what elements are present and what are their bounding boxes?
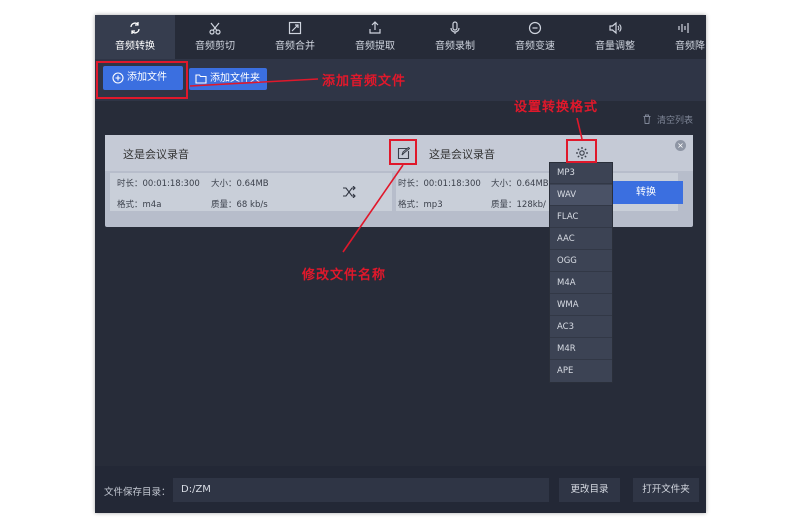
change-dir-button[interactable]: 更改目录 bbox=[559, 478, 620, 502]
merge-icon bbox=[288, 21, 302, 35]
folder-icon bbox=[195, 74, 207, 84]
highlight-format-settings bbox=[566, 139, 597, 163]
tab-audio-speed[interactable]: 音频变速 bbox=[495, 15, 575, 59]
format-option-ape[interactable]: APE bbox=[550, 361, 612, 382]
tab-label: 音频合并 bbox=[275, 41, 315, 52]
tab-label: 音量调整 bbox=[595, 41, 635, 52]
annotation-set-format: 设置转换格式 bbox=[514, 100, 599, 115]
clear-list-label: 清空列表 bbox=[656, 116, 693, 126]
open-folder-button[interactable]: 打开文件夹 bbox=[633, 478, 699, 502]
volume-icon bbox=[609, 21, 622, 35]
format-option-flac[interactable]: FLAC bbox=[550, 207, 612, 228]
target-size: 大小：0.64MB bbox=[491, 179, 549, 189]
save-dir-input[interactable]: D:/ZM bbox=[173, 478, 549, 502]
convert-icon bbox=[130, 22, 140, 34]
tab-audio-merge[interactable]: 音频合并 bbox=[255, 15, 335, 59]
format-option-ac3[interactable]: AC3 bbox=[550, 317, 612, 338]
tab-label: 音频降 bbox=[675, 41, 705, 52]
format-option-wav[interactable]: WAV bbox=[550, 185, 612, 206]
target-duration: 时长：00:01:18:300 bbox=[398, 179, 481, 189]
format-option-m4r[interactable]: M4R bbox=[550, 339, 612, 360]
tab-label: 音频提取 bbox=[355, 41, 395, 52]
tab-audio-record[interactable]: 音频录制 bbox=[415, 15, 495, 59]
top-nav: 音频转换 音频剪切 音频合并 音频提取 音频录制 音频变速 音量调整 音频降 bbox=[95, 15, 706, 59]
target-file-name[interactable]: 这是会议录音 bbox=[429, 146, 495, 162]
trash-icon bbox=[643, 114, 651, 124]
format-dropdown[interactable]: MP3 WAV FLAC AAC OGG M4A WMA AC3 M4R APE bbox=[549, 162, 613, 383]
format-option-ogg[interactable]: OGG bbox=[550, 251, 612, 272]
convert-button[interactable]: 转换 bbox=[609, 181, 683, 204]
save-dir-label: 文件保存目录： bbox=[104, 487, 171, 498]
annotation-rename: 修改文件名称 bbox=[302, 268, 387, 283]
footer-bar: 文件保存目录： D:/ZM 更改目录 打开文件夹 bbox=[95, 466, 706, 513]
clear-list-button[interactable]: 清空列表 bbox=[642, 113, 693, 126]
tab-volume-adjust[interactable]: 音量调整 bbox=[575, 15, 655, 59]
format-option-mp3[interactable]: MP3 bbox=[550, 163, 612, 184]
speed-icon bbox=[528, 21, 542, 35]
tab-label: 音频录制 bbox=[435, 41, 475, 52]
annotation-add-audio: 添加音频文件 bbox=[322, 74, 407, 89]
source-file-name: 这是会议录音 bbox=[123, 148, 189, 161]
tab-audio-denoise[interactable]: 音频降 bbox=[655, 15, 706, 59]
format-option-aac[interactable]: AAC bbox=[550, 229, 612, 250]
source-size: 大小：0.64MB bbox=[211, 179, 269, 189]
target-format: 格式：mp3 bbox=[398, 200, 443, 210]
add-folder-label: 添加文件夹 bbox=[210, 73, 260, 84]
source-format: 格式：m4a bbox=[117, 200, 162, 210]
denoise-icon bbox=[678, 23, 689, 33]
source-duration: 时长：00:01:18:300 bbox=[117, 179, 200, 189]
scissors-icon bbox=[209, 22, 221, 35]
highlight-rename bbox=[389, 139, 417, 165]
microphone-icon bbox=[450, 21, 460, 34]
extract-icon bbox=[369, 21, 381, 34]
remove-file-button[interactable]: × bbox=[675, 140, 686, 151]
target-quality: 质量：128kb/ bbox=[491, 200, 546, 210]
tab-audio-convert[interactable]: 音频转换 bbox=[95, 15, 175, 59]
format-option-m4a[interactable]: M4A bbox=[550, 273, 612, 294]
source-quality: 质量：68 kb/s bbox=[211, 200, 268, 210]
format-option-wma[interactable]: WMA bbox=[550, 295, 612, 316]
highlight-add-file bbox=[96, 61, 188, 99]
tab-label: 音频转换 bbox=[115, 41, 155, 52]
tab-audio-cut[interactable]: 音频剪切 bbox=[175, 15, 255, 59]
tab-audio-extract[interactable]: 音频提取 bbox=[335, 15, 415, 59]
add-folder-button[interactable]: 添加文件夹 bbox=[189, 68, 267, 90]
tab-label: 音频变速 bbox=[515, 41, 555, 52]
tab-label: 音频剪切 bbox=[195, 41, 235, 52]
shuffle-icon bbox=[343, 186, 356, 198]
